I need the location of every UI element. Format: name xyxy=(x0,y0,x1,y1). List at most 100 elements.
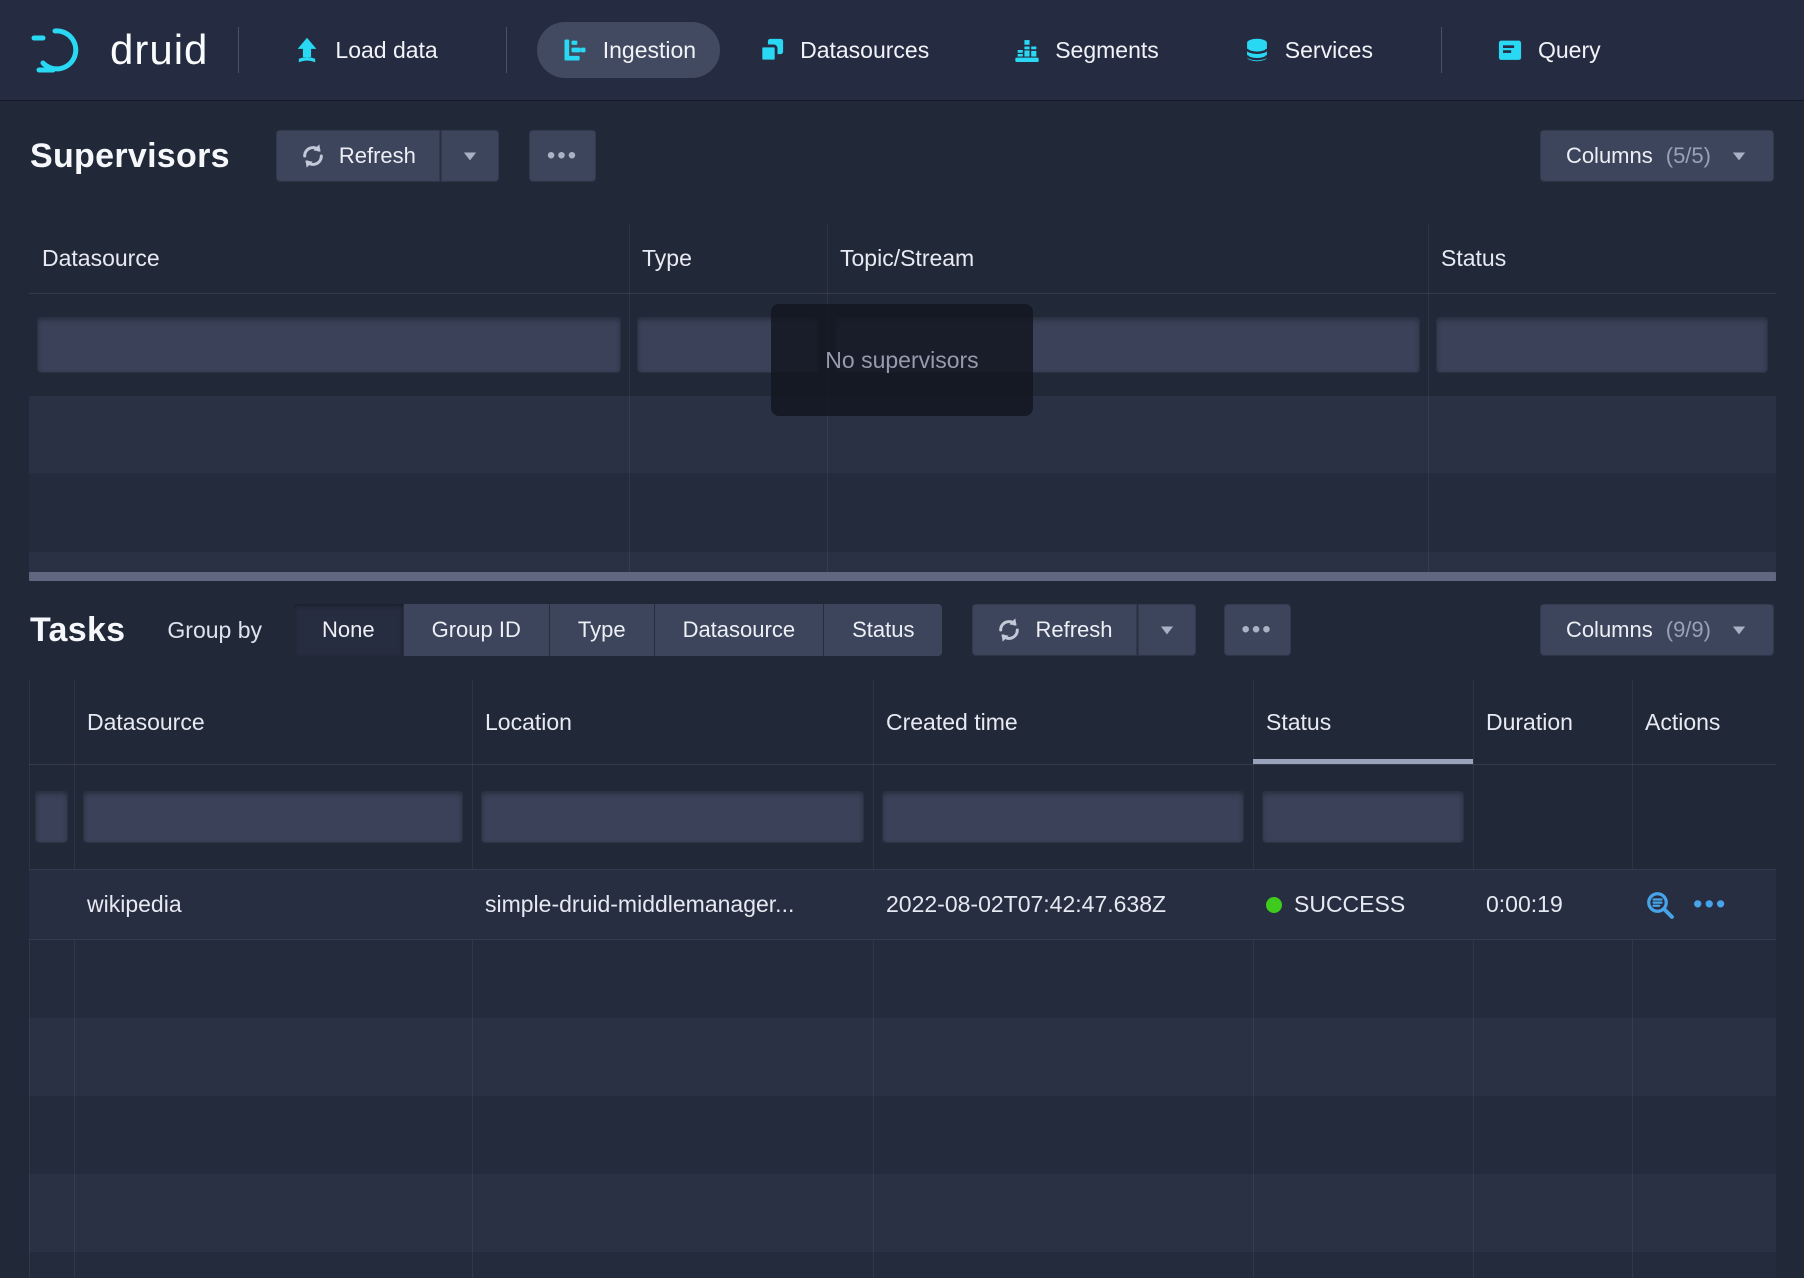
columns-count: (5/5) xyxy=(1666,143,1711,169)
more-icon: ••• xyxy=(1242,616,1273,644)
cell-datasource[interactable]: wikipedia xyxy=(74,870,472,939)
tasks-more-button[interactable]: ••• xyxy=(1224,604,1291,656)
columns-count: (9/9) xyxy=(1666,617,1711,643)
group-by-segmented-control: None Group ID Type Datasource Status xyxy=(294,604,942,656)
tasks-table: Datasource Location Created time Status … xyxy=(29,680,1776,1278)
cell-spacer xyxy=(29,870,74,939)
nav-ingestion[interactable]: Ingestion xyxy=(537,22,720,78)
nav-item-label: Query xyxy=(1538,37,1601,64)
group-by-none-button[interactable]: None xyxy=(294,604,403,656)
nav-item-label: Load data xyxy=(335,37,437,64)
group-by-status-button[interactable]: Status xyxy=(823,604,942,656)
horizontal-scrollbar[interactable] xyxy=(29,572,1776,581)
column-header-location[interactable]: Location xyxy=(472,680,873,764)
success-dot-icon xyxy=(1266,897,1282,913)
chevron-down-icon xyxy=(1730,149,1748,163)
tasks-filter-location[interactable] xyxy=(481,791,864,843)
sort-indicator xyxy=(1253,759,1473,764)
nav-divider xyxy=(506,27,507,73)
status-text: SUCCESS xyxy=(1294,891,1405,918)
nav-item-label: Segments xyxy=(1055,37,1159,64)
supervisors-refresh-button[interactable]: Refresh xyxy=(276,130,440,182)
more-icon: ••• xyxy=(547,142,578,170)
tasks-filter-datasource[interactable] xyxy=(83,791,463,843)
task-detail-magnifier-icon[interactable] xyxy=(1645,890,1675,920)
column-header-datasource[interactable]: Datasource xyxy=(74,680,472,764)
column-header-status[interactable]: Status xyxy=(1253,680,1473,764)
nav-segments[interactable]: Segments xyxy=(989,22,1183,78)
supervisors-title: Supervisors xyxy=(30,137,230,176)
druid-logo[interactable]: druid xyxy=(30,24,208,76)
group-by-label: Group by xyxy=(167,617,262,644)
layers-icon xyxy=(758,36,786,64)
chevron-down-icon xyxy=(461,149,479,163)
empty-row xyxy=(29,940,1776,1018)
supervisors-more-button[interactable]: ••• xyxy=(529,130,596,182)
table-row[interactable]: wikipedia simple-druid-middlemanager... … xyxy=(29,869,1776,940)
refresh-label: Refresh xyxy=(1035,617,1112,643)
cell-created-time[interactable]: 2022-08-02T07:42:47.638Z xyxy=(873,870,1253,939)
tasks-filter-row xyxy=(29,765,1776,869)
column-header-status[interactable]: Status xyxy=(1428,224,1776,293)
group-by-datasource-button[interactable]: Datasource xyxy=(654,604,824,656)
tasks-filter-status[interactable] xyxy=(1262,791,1464,843)
supervisors-table: Datasource Type Topic/Stream Status No s… xyxy=(29,224,1776,572)
refresh-icon xyxy=(996,617,1022,643)
tasks-refresh-button[interactable]: Refresh xyxy=(972,604,1136,656)
column-header-datasource[interactable]: Datasource xyxy=(29,224,629,293)
column-header-duration[interactable]: Duration xyxy=(1473,680,1632,764)
no-supervisors-message: No supervisors xyxy=(771,304,1033,416)
database-icon xyxy=(1243,36,1271,64)
group-by-type-button[interactable]: Type xyxy=(549,604,654,656)
columns-label: Columns xyxy=(1566,143,1653,169)
druid-logo-icon xyxy=(30,24,94,76)
nav-item-label: Ingestion xyxy=(603,37,696,64)
empty-row xyxy=(29,473,1776,552)
column-header-actions[interactable]: Actions xyxy=(1632,680,1776,764)
nav-load-data[interactable]: Load data xyxy=(269,22,461,78)
tasks-toolbar: Tasks Group by None Group ID Type Dataso… xyxy=(30,602,1774,658)
columns-label: Columns xyxy=(1566,617,1653,643)
chevron-down-icon xyxy=(1730,623,1748,637)
tasks-refresh-dropdown[interactable] xyxy=(1137,604,1196,656)
nav-item-label: Datasources xyxy=(800,37,929,64)
cell-status[interactable]: SUCCESS xyxy=(1253,870,1473,939)
column-header-topic-stream[interactable]: Topic/Stream xyxy=(827,224,1428,293)
empty-row xyxy=(29,1096,1776,1174)
empty-row xyxy=(29,552,1776,572)
empty-row xyxy=(29,1018,1776,1096)
brand-text: druid xyxy=(110,26,208,74)
cell-duration[interactable]: 0:00:19 xyxy=(1473,870,1632,939)
console-icon xyxy=(1496,36,1524,64)
supervisors-table-header: Datasource Type Topic/Stream Status xyxy=(29,224,1776,294)
nav-datasources[interactable]: Datasources xyxy=(734,22,953,78)
group-by-group-id-button[interactable]: Group ID xyxy=(403,604,549,656)
tasks-filter-spacer[interactable] xyxy=(35,791,68,843)
nav-services[interactable]: Services xyxy=(1219,22,1397,78)
cell-location[interactable]: simple-druid-middlemanager... xyxy=(472,870,873,939)
column-header-created-time[interactable]: Created time xyxy=(873,680,1253,764)
tasks-table-header: Datasource Location Created time Status … xyxy=(29,680,1776,765)
nav-divider xyxy=(238,27,239,73)
task-actions-menu-icon[interactable]: ••• xyxy=(1693,891,1727,918)
nav-query[interactable]: Query xyxy=(1472,22,1625,78)
nav-divider xyxy=(1441,27,1442,73)
nav-item-label: Services xyxy=(1285,37,1373,64)
ingestion-chart-icon xyxy=(561,36,589,64)
supervisors-filter-datasource[interactable] xyxy=(37,317,621,373)
upload-arrow-icon xyxy=(293,36,321,64)
column-header-spacer[interactable] xyxy=(29,680,74,764)
navbar: druid Load data Ingestion xyxy=(0,0,1804,100)
tasks-columns-button[interactable]: Columns (9/9) xyxy=(1540,604,1774,656)
column-header-type[interactable]: Type xyxy=(629,224,827,293)
supervisors-columns-button[interactable]: Columns (5/5) xyxy=(1540,130,1774,182)
supervisors-filter-status[interactable] xyxy=(1436,317,1768,373)
tasks-filter-created-time[interactable] xyxy=(882,791,1244,843)
supervisors-refresh-dropdown[interactable] xyxy=(440,130,499,182)
stacked-bars-icon xyxy=(1013,36,1041,64)
empty-row xyxy=(29,1174,1776,1252)
empty-row xyxy=(29,1252,1776,1278)
refresh-label: Refresh xyxy=(339,143,416,169)
tasks-title: Tasks xyxy=(30,611,125,650)
cell-actions: ••• xyxy=(1632,870,1776,939)
